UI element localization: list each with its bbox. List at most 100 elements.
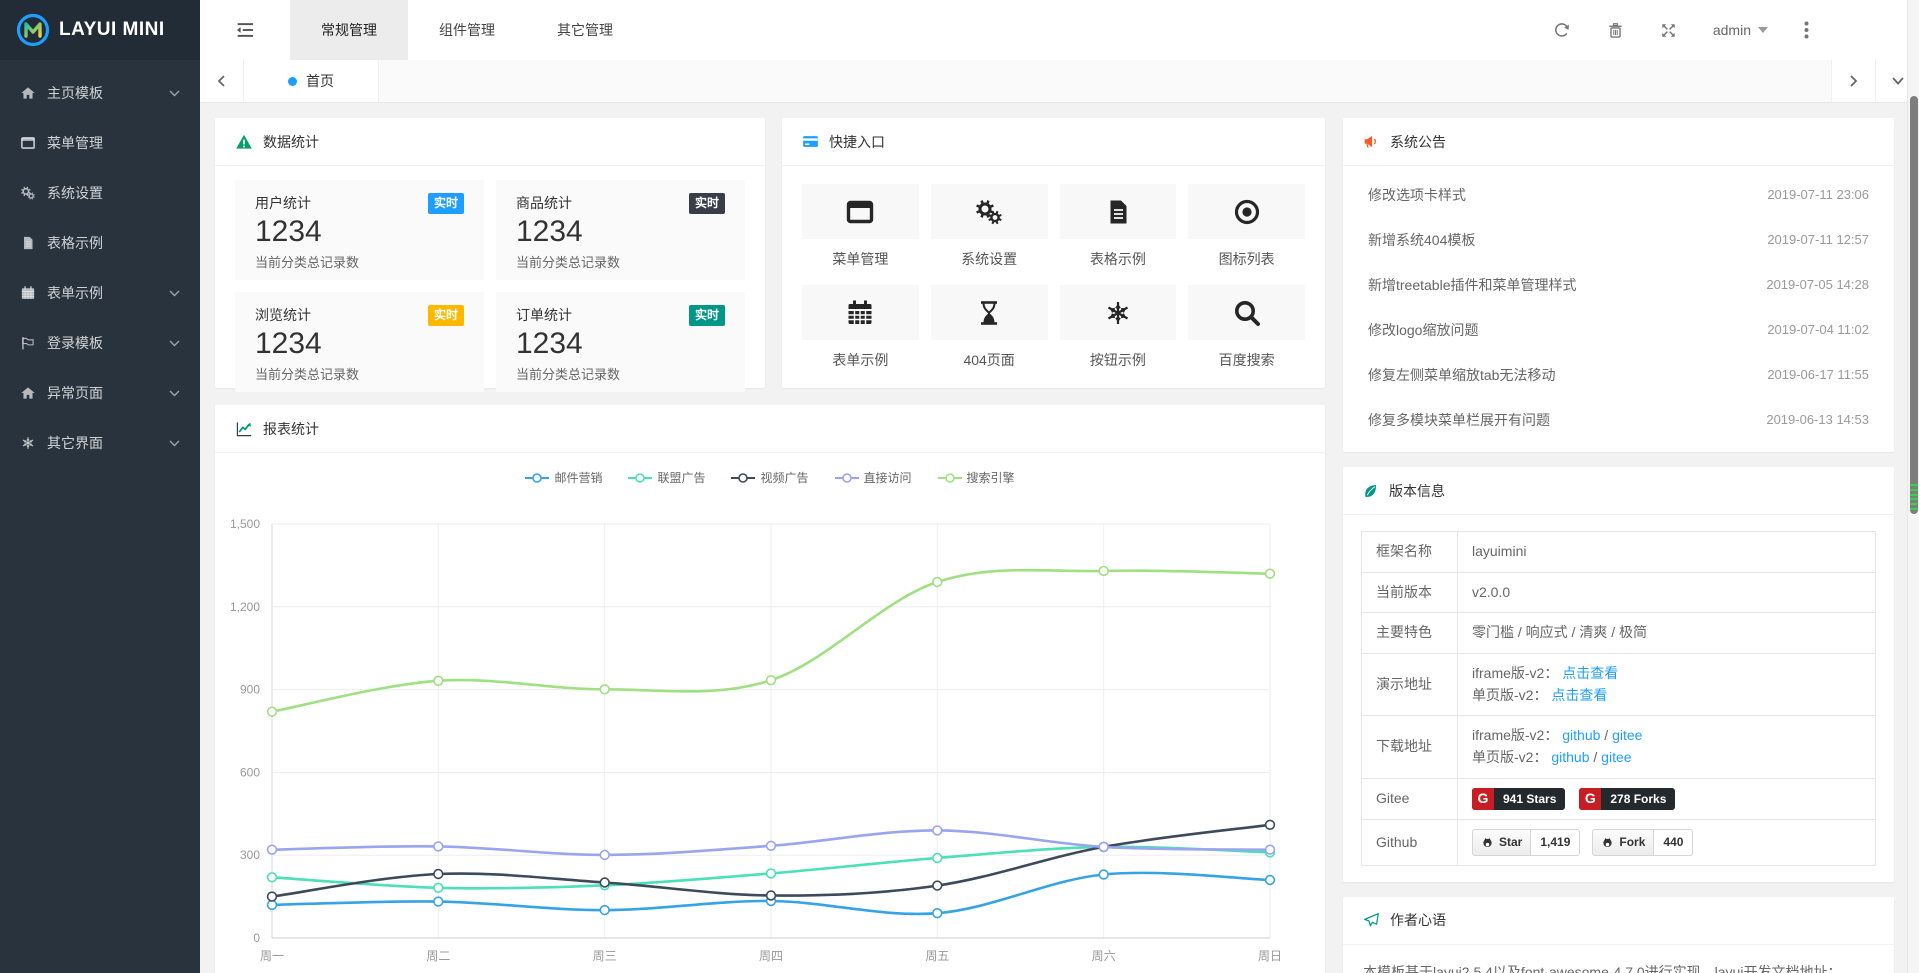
tab-scroll-right-button[interactable] [1831, 60, 1875, 102]
sidebar-item-label: 菜单管理 [47, 133, 103, 153]
gitee-badge-1[interactable]: G278 Forks [1579, 788, 1675, 810]
legend-item-2[interactable]: 视频广告 [731, 469, 808, 486]
more-vertical-icon[interactable] [1804, 21, 1809, 39]
svg-text:1,500: 1,500 [230, 517, 260, 531]
stat-caption: 当前分类总记录数 [516, 364, 725, 383]
quick-entry-4[interactable]: 表单示例 [802, 285, 919, 370]
tab-bar: 首页 [200, 60, 1919, 103]
quick-entry-5[interactable]: 404页面 [931, 285, 1048, 370]
author-paragraph: 本模板基于layui2.5.4以及font-awesome-4.7.0进行实现。… [1363, 964, 1841, 973]
legend-item-1[interactable]: 联盟广告 [628, 469, 705, 486]
link-github[interactable]: github [1551, 749, 1589, 765]
link-点击查看[interactable]: 点击查看 [1562, 665, 1618, 681]
sidebar-item-6[interactable]: 异常页面 [0, 368, 200, 418]
header-actions: admin [1553, 0, 1919, 60]
realtime-badge: 实时 [428, 193, 464, 214]
github-fork-button[interactable]: Fork440 [1592, 829, 1693, 856]
file-icon [1060, 184, 1177, 239]
module-tab-0[interactable]: 常规管理 [290, 0, 408, 60]
svg-text:周日: 周日 [1258, 949, 1282, 963]
quick-entry-0[interactable]: 菜单管理 [802, 184, 919, 269]
app-title: LAYUI MINI [59, 19, 165, 41]
stat-value: 1234 [255, 327, 464, 361]
sidebar-item-7[interactable]: 其它界面 [0, 418, 200, 468]
sidebar-item-label: 异常页面 [47, 383, 103, 403]
quick-entry-2[interactable]: 表格示例 [1060, 184, 1177, 269]
logo: LAYUI MINI [0, 0, 200, 60]
sidebar-item-label: 表单示例 [47, 283, 103, 303]
stats-card-header: 数据统计 [215, 118, 765, 166]
legend-item-3[interactable]: 直接访问 [835, 469, 912, 486]
chevron-down-icon [169, 340, 180, 347]
module-tab-2[interactable]: 其它管理 [526, 0, 644, 60]
notice-item-5: 修复多模块菜单栏展开有问题2019-06-13 14:53 [1343, 397, 1894, 442]
trash-icon[interactable] [1607, 22, 1624, 39]
quick-entry-6[interactable]: 按钮示例 [1060, 285, 1177, 370]
home-icon [20, 385, 37, 402]
legend-item-0[interactable]: 邮件营销 [525, 469, 602, 486]
tab-scroll-left-button[interactable] [200, 60, 244, 102]
caret-down-icon [1758, 27, 1768, 33]
legend-marker-icon [731, 472, 755, 484]
collapse-sidebar-icon[interactable] [200, 0, 290, 60]
version-row-label: 框架名称 [1362, 532, 1458, 573]
quick-entry-7[interactable]: 百度搜索 [1188, 285, 1305, 370]
legend-item-4[interactable]: 搜索引擎 [938, 469, 1015, 486]
version-row-value: 零门槛 / 响应式 / 清爽 / 极简 [1458, 613, 1876, 654]
sidebar-item-1[interactable]: 菜单管理 [0, 118, 200, 168]
notice-item-0: 修改选项卡样式2019-07-11 23:06 [1343, 172, 1894, 217]
quick-entry-1[interactable]: 系统设置 [931, 184, 1048, 269]
chart-legend: 邮件营销 联盟广告 视频广告 直接访问 搜索引擎 [215, 453, 1325, 486]
sidebar-item-0[interactable]: 主页模板 [0, 68, 200, 118]
fullscreen-icon[interactable] [1660, 22, 1677, 39]
author-note-card: 作者心语 本模板基于layui2.5.4以及font-awesome-4.7.0… [1343, 897, 1894, 973]
user-menu[interactable]: admin [1713, 22, 1768, 38]
stat-box-2: 浏览统计实时1234当前分类总记录数 [235, 292, 484, 392]
calendar-icon [20, 285, 37, 302]
warning-triangle-icon [235, 133, 253, 151]
legend-marker-icon [525, 472, 549, 484]
sidebar-item-3[interactable]: 表格示例 [0, 218, 200, 268]
version-row-1: 当前版本v2.0.0 [1362, 572, 1876, 613]
refresh-icon[interactable] [1553, 21, 1571, 39]
svg-text:周一: 周一 [260, 949, 284, 963]
notice-date: 2019-06-17 11:55 [1767, 367, 1869, 382]
legend-marker-icon [835, 472, 859, 484]
version-row-label: Gitee [1362, 778, 1458, 819]
link-点击查看[interactable]: 点击查看 [1551, 687, 1607, 703]
realtime-badge: 实时 [428, 305, 464, 326]
version-row-value: Star1,419 Fork440 [1458, 820, 1876, 866]
link-github[interactable]: github [1562, 727, 1600, 743]
sidebar-item-2[interactable]: 系统设置 [0, 168, 200, 218]
legend-marker-icon [938, 472, 962, 484]
module-tabs: 常规管理组件管理其它管理 [290, 0, 644, 60]
svg-text:0: 0 [253, 931, 260, 945]
sidebar-item-label: 登录模板 [47, 333, 103, 353]
version-row-0: 框架名称layuimini [1362, 532, 1876, 573]
notice-item-3: 修改logo缩放问题2019-07-04 11:02 [1343, 307, 1894, 352]
notice-date: 2019-07-04 11:02 [1767, 322, 1869, 337]
legend-marker-icon [628, 472, 652, 484]
sidebar-item-5[interactable]: 登录模板 [0, 318, 200, 368]
svg-text:300: 300 [240, 848, 260, 862]
calendar-icon [802, 285, 919, 340]
page-scrollbar-thumb[interactable] [1910, 96, 1918, 514]
notice-card-header: 系统公告 [1343, 118, 1894, 166]
leaf-icon [1363, 483, 1379, 499]
author-card-header: 作者心语 [1343, 897, 1894, 945]
github-star-button[interactable]: Star1,419 [1472, 829, 1580, 856]
notice-text: 修改选项卡样式 [1368, 185, 1466, 205]
link-gitee[interactable]: gitee [1601, 749, 1631, 765]
svg-text:600: 600 [240, 765, 260, 779]
notice-item-2: 新增treetable插件和菜单管理样式2019-07-05 14:28 [1343, 262, 1894, 307]
link-gitee[interactable]: gitee [1612, 727, 1642, 743]
version-row-6: GithubStar1,419Fork440 [1362, 820, 1876, 866]
sidebar-item-4[interactable]: 表单示例 [0, 268, 200, 318]
stats-card-title: 数据统计 [263, 132, 319, 152]
gitee-badge-0[interactable]: G941 Stars [1472, 788, 1565, 810]
quick-entry-3[interactable]: 图标列表 [1188, 184, 1305, 269]
module-tab-1[interactable]: 组件管理 [408, 0, 526, 60]
quick-card-title: 快捷入口 [829, 132, 885, 152]
tab-home[interactable]: 首页 [244, 60, 379, 102]
window-icon [802, 184, 919, 239]
